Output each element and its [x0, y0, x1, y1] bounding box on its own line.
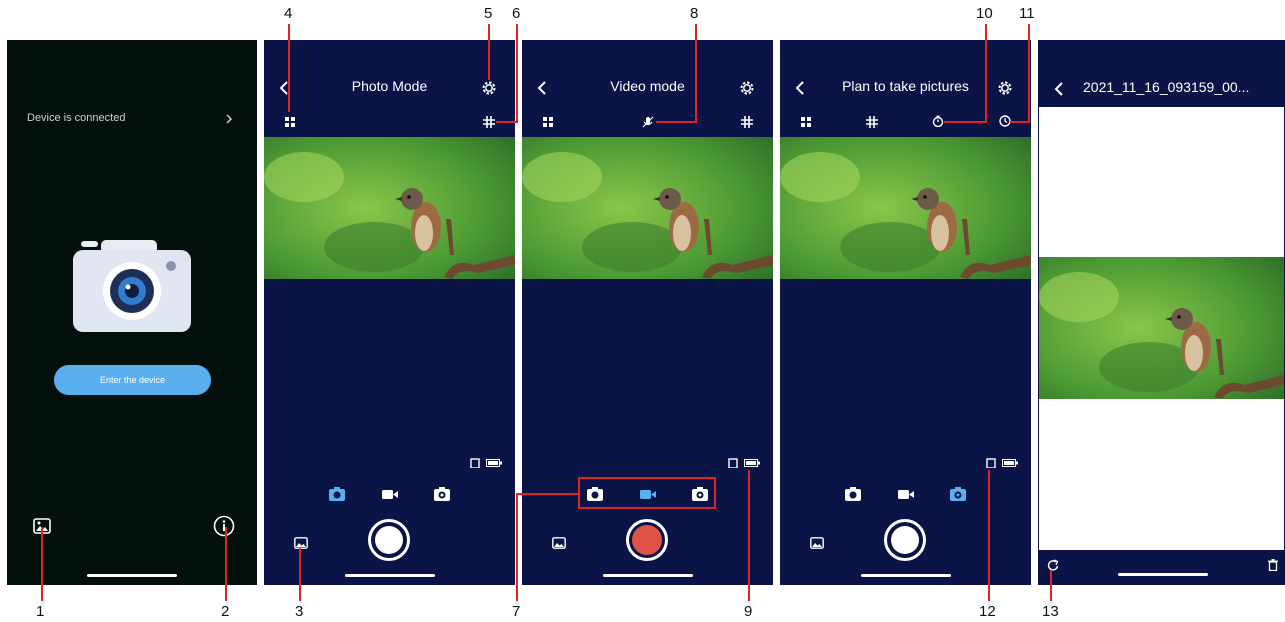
callout-line [985, 24, 987, 122]
callout-line [988, 470, 990, 601]
camera-illustration [73, 240, 191, 332]
gallery-icon[interactable] [552, 537, 566, 549]
share-icon[interactable] [1047, 559, 1059, 571]
battery-icon [486, 459, 502, 467]
camera-preview [780, 137, 1031, 279]
bird-photo [522, 137, 773, 279]
page-title: Video mode [610, 78, 685, 94]
layout-grid-icon[interactable] [542, 116, 554, 128]
home-indicator [1118, 573, 1208, 576]
callout-line [299, 548, 301, 601]
device-status-text: Device is connected [27, 112, 126, 124]
settings-gear-icon[interactable] [739, 80, 755, 96]
home-indicator [861, 574, 951, 577]
video-mode-icon[interactable] [897, 486, 915, 502]
device-home-screen: Device is connected Enter the device [7, 40, 257, 585]
callout-number: 10 [976, 5, 993, 22]
callout-line [695, 24, 697, 122]
callout-number: 1 [36, 603, 45, 620]
callout-line [225, 527, 227, 601]
callout-number: 13 [1042, 603, 1059, 620]
callout-line [944, 121, 987, 123]
photo-mode-screen: Photo Mode [264, 40, 515, 585]
bird-photo [1039, 257, 1284, 399]
callout-number: 6 [512, 5, 521, 22]
callout-line [1010, 121, 1030, 123]
photo-view [1039, 257, 1284, 399]
shutter-button[interactable] [884, 519, 926, 561]
timelapse-mode-icon[interactable] [691, 486, 709, 502]
callout-line [496, 121, 518, 123]
callout-line [41, 527, 43, 601]
callout-number: 8 [690, 5, 699, 22]
callout-number: 7 [512, 603, 521, 620]
viewer-header [1039, 41, 1284, 107]
info-icon[interactable] [213, 515, 235, 537]
sd-card-icon [728, 458, 738, 468]
photo-viewer-screen: 2021_11_16_093159_00... [1038, 40, 1285, 585]
layout-grid-icon[interactable] [284, 116, 296, 128]
timelapse-mode-icon[interactable] [433, 486, 451, 502]
battery-icon [744, 459, 760, 467]
callout-line [488, 24, 490, 80]
camera-preview [522, 137, 773, 279]
callout-number: 3 [295, 603, 304, 620]
home-indicator [345, 574, 435, 577]
page-title: Photo Mode [351, 78, 428, 94]
grid-lines-icon[interactable] [741, 116, 753, 128]
gallery-icon[interactable] [294, 537, 308, 549]
home-indicator [603, 574, 693, 577]
photo-mode-camera-icon[interactable] [586, 486, 604, 502]
grid-lines-icon[interactable] [483, 116, 495, 128]
callout-number: 11 [1019, 5, 1035, 22]
callout-number: 5 [484, 5, 493, 22]
callout-number: 4 [284, 5, 293, 22]
bird-photo [780, 137, 1031, 279]
callout-line [748, 470, 750, 601]
photo-mode-camera-icon[interactable] [328, 486, 346, 502]
timer-icon[interactable] [932, 115, 944, 127]
callout-line [516, 493, 578, 495]
callout-line [656, 121, 697, 123]
grid-lines-icon[interactable] [866, 116, 878, 128]
callout-number: 12 [979, 603, 996, 620]
timelapse-mode-icon[interactable] [949, 486, 967, 502]
video-mode-icon[interactable] [639, 486, 657, 502]
file-name-title: 2021_11_16_093159_00... [1083, 79, 1250, 95]
photo-mode-camera-icon[interactable] [844, 486, 862, 502]
gallery-icon[interactable] [810, 537, 824, 549]
shutter-inner [891, 526, 919, 554]
chevron-right-icon[interactable] [225, 114, 233, 124]
home-indicator [87, 574, 177, 577]
video-mode-screen: Video mode [522, 40, 773, 585]
settings-gear-icon[interactable] [997, 80, 1013, 96]
callout-line [1028, 24, 1030, 122]
camera-preview [264, 137, 515, 279]
sd-card-icon [986, 458, 996, 468]
record-button[interactable] [626, 519, 668, 561]
shutter-button[interactable] [368, 519, 410, 561]
back-arrow-icon[interactable] [1053, 79, 1067, 99]
mute-microphone-icon[interactable] [642, 116, 654, 128]
sd-card-icon [470, 458, 480, 468]
layout-grid-icon[interactable] [800, 116, 812, 128]
settings-gear-icon[interactable] [481, 80, 497, 96]
page-title: Plan to take pictures [842, 78, 969, 94]
callout-number: 2 [221, 603, 230, 620]
viewer-footer [1039, 550, 1284, 584]
video-mode-icon[interactable] [381, 486, 399, 502]
callout-line [288, 24, 290, 112]
enter-device-button[interactable]: Enter the device [54, 365, 211, 395]
callout-line [1050, 570, 1052, 601]
callout-line [516, 24, 518, 122]
battery-icon [1002, 459, 1018, 467]
callout-line [516, 493, 518, 601]
callout-number: 9 [744, 603, 753, 620]
shutter-inner [375, 526, 403, 554]
bird-photo [264, 137, 515, 279]
delete-trash-icon[interactable] [1268, 559, 1278, 571]
scheduled-photo-screen: Plan to take pictures [780, 40, 1031, 585]
record-inner [632, 525, 662, 555]
